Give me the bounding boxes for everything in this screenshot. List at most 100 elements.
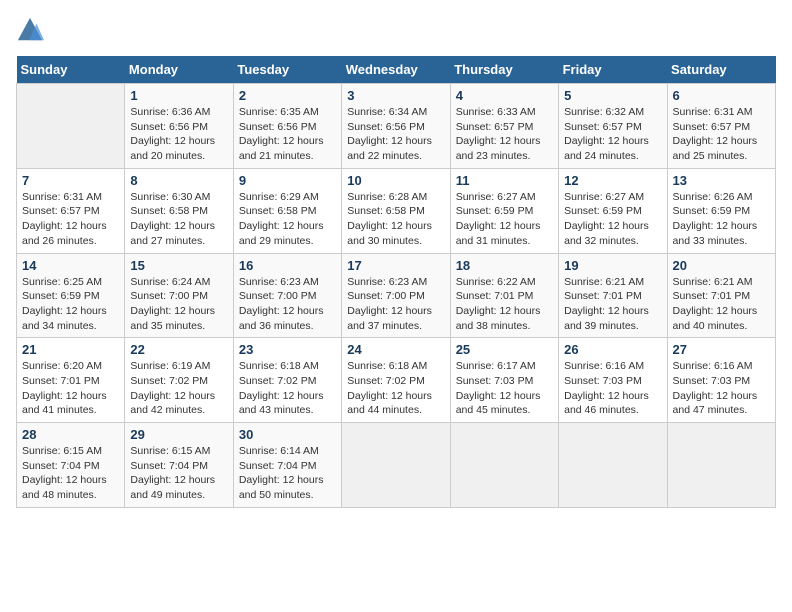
calendar-cell: 1 Sunrise: 6:36 AMSunset: 6:56 PMDaylight… <box>125 84 233 169</box>
day-number: 20 <box>673 258 770 273</box>
calendar-cell: 13Sunrise: 6:26 AMSunset: 6:59 PMDayligh… <box>667 168 775 253</box>
day-info: Sunrise: 6:23 AMSunset: 7:00 PMDaylight:… <box>239 275 336 334</box>
day-header-friday: Friday <box>559 56 667 84</box>
day-number: 11 <box>456 173 553 188</box>
day-header-monday: Monday <box>125 56 233 84</box>
day-number: 17 <box>347 258 444 273</box>
day-info: Sunrise: 6:17 AMSunset: 7:03 PMDaylight:… <box>456 359 553 418</box>
day-number: 13 <box>673 173 770 188</box>
day-info: Sunrise: 6:14 AMSunset: 7:04 PMDaylight:… <box>239 444 336 503</box>
day-number: 22 <box>130 342 227 357</box>
day-number: 29 <box>130 427 227 442</box>
day-info: Sunrise: 6:30 AMSunset: 6:58 PMDaylight:… <box>130 190 227 249</box>
day-number: 15 <box>130 258 227 273</box>
day-number: 2 <box>239 88 336 103</box>
day-number: 5 <box>564 88 661 103</box>
page-header <box>16 16 776 44</box>
calendar-cell: 17 Sunrise: 6:23 AMSunset: 7:00 PMDayligh… <box>342 253 450 338</box>
calendar-cell: 21Sunrise: 6:20 AMSunset: 7:01 PMDayligh… <box>17 338 125 423</box>
day-info: Sunrise: 6:36 AMSunset: 6:56 PMDaylight:… <box>130 105 227 164</box>
calendar-cell <box>559 423 667 508</box>
week-row-3: 14Sunrise: 6:25 AMSunset: 6:59 PMDayligh… <box>17 253 776 338</box>
day-info: Sunrise: 6:15 AMSunset: 7:04 PMDaylight:… <box>130 444 227 503</box>
calendar-cell: 23Sunrise: 6:18 AMSunset: 7:02 PMDayligh… <box>233 338 341 423</box>
day-number: 28 <box>22 427 119 442</box>
calendar-cell: 11 Sunrise: 6:27 AMSunset: 6:59 PMDayligh… <box>450 168 558 253</box>
day-number: 21 <box>22 342 119 357</box>
day-info: Sunrise: 6:22 AMSunset: 7:01 PMDaylight:… <box>456 275 553 334</box>
day-info: Sunrise: 6:18 AMSunset: 7:02 PMDaylight:… <box>239 359 336 418</box>
day-info: Sunrise: 6:31 AMSunset: 6:57 PMDaylight:… <box>673 105 770 164</box>
calendar-cell: 24 Sunrise: 6:18 AMSunset: 7:02 PMDayligh… <box>342 338 450 423</box>
calendar-cell: 14Sunrise: 6:25 AMSunset: 6:59 PMDayligh… <box>17 253 125 338</box>
day-number: 7 <box>22 173 119 188</box>
calendar-cell <box>667 423 775 508</box>
calendar-cell: 12 Sunrise: 6:27 AMSunset: 6:59 PMDayligh… <box>559 168 667 253</box>
calendar-cell: 27Sunrise: 6:16 AMSunset: 7:03 PMDayligh… <box>667 338 775 423</box>
day-header-tuesday: Tuesday <box>233 56 341 84</box>
calendar-cell: 10 Sunrise: 6:28 AMSunset: 6:58 PMDayligh… <box>342 168 450 253</box>
day-number: 1 <box>130 88 227 103</box>
day-info: Sunrise: 6:32 AMSunset: 6:57 PMDaylight:… <box>564 105 661 164</box>
day-info: Sunrise: 6:25 AMSunset: 6:59 PMDaylight:… <box>22 275 119 334</box>
calendar-cell: 18 Sunrise: 6:22 AMSunset: 7:01 PMDayligh… <box>450 253 558 338</box>
day-info: Sunrise: 6:15 AMSunset: 7:04 PMDaylight:… <box>22 444 119 503</box>
day-info: Sunrise: 6:35 AMSunset: 6:56 PMDaylight:… <box>239 105 336 164</box>
week-row-4: 21Sunrise: 6:20 AMSunset: 7:01 PMDayligh… <box>17 338 776 423</box>
calendar-cell: 26Sunrise: 6:16 AMSunset: 7:03 PMDayligh… <box>559 338 667 423</box>
day-number: 6 <box>673 88 770 103</box>
day-number: 19 <box>564 258 661 273</box>
calendar-cell: 5 Sunrise: 6:32 AMSunset: 6:57 PMDaylight… <box>559 84 667 169</box>
day-number: 3 <box>347 88 444 103</box>
day-info: Sunrise: 6:29 AMSunset: 6:58 PMDaylight:… <box>239 190 336 249</box>
day-info: Sunrise: 6:18 AMSunset: 7:02 PMDaylight:… <box>347 359 444 418</box>
day-number: 12 <box>564 173 661 188</box>
calendar-cell: 20 Sunrise: 6:21 AMSunset: 7:01 PMDayligh… <box>667 253 775 338</box>
calendar-cell: 16 Sunrise: 6:23 AMSunset: 7:00 PMDayligh… <box>233 253 341 338</box>
day-info: Sunrise: 6:16 AMSunset: 7:03 PMDaylight:… <box>564 359 661 418</box>
day-number: 9 <box>239 173 336 188</box>
day-info: Sunrise: 6:21 AMSunset: 7:01 PMDaylight:… <box>564 275 661 334</box>
day-info: Sunrise: 6:27 AMSunset: 6:59 PMDaylight:… <box>564 190 661 249</box>
calendar-cell: 7 Sunrise: 6:31 AMSunset: 6:57 PMDaylight… <box>17 168 125 253</box>
day-info: Sunrise: 6:34 AMSunset: 6:56 PMDaylight:… <box>347 105 444 164</box>
day-info: Sunrise: 6:19 AMSunset: 7:02 PMDaylight:… <box>130 359 227 418</box>
day-number: 16 <box>239 258 336 273</box>
calendar-cell: 28 Sunrise: 6:15 AMSunset: 7:04 PMDayligh… <box>17 423 125 508</box>
calendar-cell: 8 Sunrise: 6:30 AMSunset: 6:58 PMDaylight… <box>125 168 233 253</box>
day-number: 4 <box>456 88 553 103</box>
day-header-wednesday: Wednesday <box>342 56 450 84</box>
calendar-cell: 22 Sunrise: 6:19 AMSunset: 7:02 PMDayligh… <box>125 338 233 423</box>
calendar-cell: 19 Sunrise: 6:21 AMSunset: 7:01 PMDayligh… <box>559 253 667 338</box>
day-number: 8 <box>130 173 227 188</box>
day-info: Sunrise: 6:16 AMSunset: 7:03 PMDaylight:… <box>673 359 770 418</box>
day-number: 18 <box>456 258 553 273</box>
day-number: 10 <box>347 173 444 188</box>
day-info: Sunrise: 6:31 AMSunset: 6:57 PMDaylight:… <box>22 190 119 249</box>
calendar-cell: 30Sunrise: 6:14 AMSunset: 7:04 PMDayligh… <box>233 423 341 508</box>
calendar-header: SundayMondayTuesdayWednesdayThursdayFrid… <box>17 56 776 84</box>
calendar-body: 1 Sunrise: 6:36 AMSunset: 6:56 PMDaylight… <box>17 84 776 508</box>
day-number: 24 <box>347 342 444 357</box>
calendar-cell <box>17 84 125 169</box>
calendar-cell: 4 Sunrise: 6:33 AMSunset: 6:57 PMDaylight… <box>450 84 558 169</box>
calendar-cell: 15 Sunrise: 6:24 AMSunset: 7:00 PMDayligh… <box>125 253 233 338</box>
day-info: Sunrise: 6:24 AMSunset: 7:00 PMDaylight:… <box>130 275 227 334</box>
day-info: Sunrise: 6:27 AMSunset: 6:59 PMDaylight:… <box>456 190 553 249</box>
day-header-sunday: Sunday <box>17 56 125 84</box>
week-row-2: 7 Sunrise: 6:31 AMSunset: 6:57 PMDaylight… <box>17 168 776 253</box>
calendar-cell: 2 Sunrise: 6:35 AMSunset: 6:56 PMDaylight… <box>233 84 341 169</box>
day-info: Sunrise: 6:28 AMSunset: 6:58 PMDaylight:… <box>347 190 444 249</box>
day-info: Sunrise: 6:23 AMSunset: 7:00 PMDaylight:… <box>347 275 444 334</box>
calendar-cell: 6 Sunrise: 6:31 AMSunset: 6:57 PMDaylight… <box>667 84 775 169</box>
calendar-table: SundayMondayTuesdayWednesdayThursdayFrid… <box>16 56 776 508</box>
day-info: Sunrise: 6:21 AMSunset: 7:01 PMDaylight:… <box>673 275 770 334</box>
calendar-cell: 3 Sunrise: 6:34 AMSunset: 6:56 PMDaylight… <box>342 84 450 169</box>
day-info: Sunrise: 6:33 AMSunset: 6:57 PMDaylight:… <box>456 105 553 164</box>
calendar-cell <box>450 423 558 508</box>
calendar-cell <box>342 423 450 508</box>
calendar-cell: 9 Sunrise: 6:29 AMSunset: 6:58 PMDaylight… <box>233 168 341 253</box>
logo-icon <box>16 16 44 44</box>
day-number: 25 <box>456 342 553 357</box>
day-header-saturday: Saturday <box>667 56 775 84</box>
